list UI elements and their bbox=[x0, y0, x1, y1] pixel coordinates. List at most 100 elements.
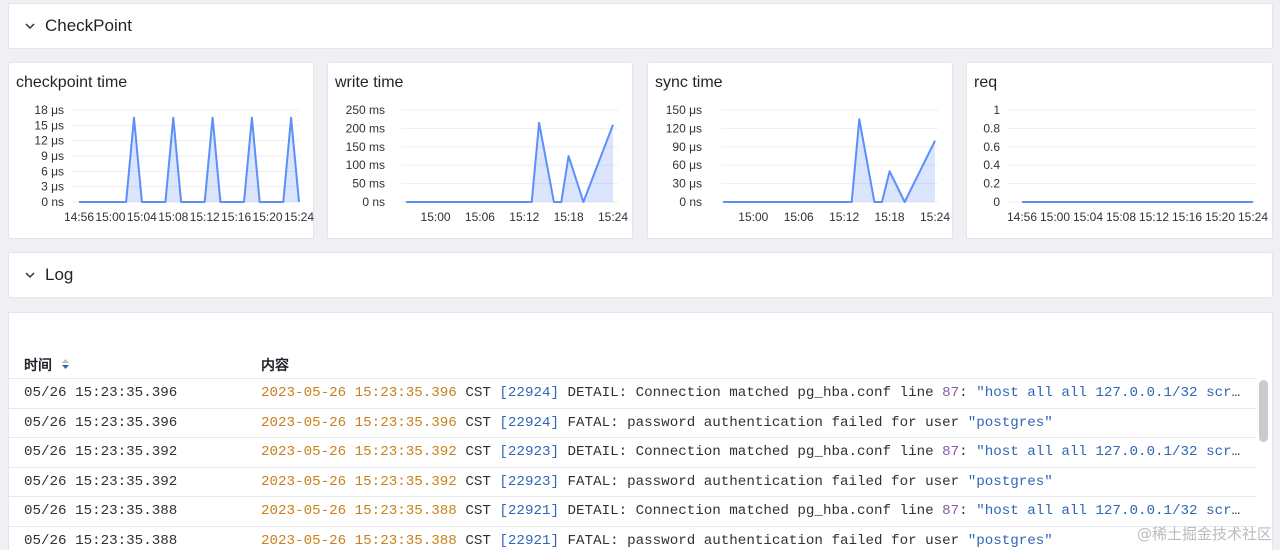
chart-panel-checkpoint-time: checkpoint time 18 μs 15 μs 12 μs 9 μs 6 μs 3… bbox=[8, 62, 314, 239]
x-tick-label: 15:00 bbox=[738, 210, 768, 224]
log-message: FATAL: password authentication failed fo… bbox=[559, 532, 968, 549]
table-row[interactable]: 05/26 15:23:35.392 2023-05-26 15:23:35.39… bbox=[9, 437, 1256, 467]
log-time: 05/26 15:23:35.396 bbox=[24, 385, 178, 401]
x-tick-label: 15:24 bbox=[920, 210, 950, 224]
log-timestamp: 2023-05-26 15:23:35.396 bbox=[261, 414, 457, 431]
x-tick-label: 15:08 bbox=[1106, 210, 1136, 224]
log-message: DETAIL: Connection matched pg_hba.conf l… bbox=[559, 385, 943, 401]
log-tz: CST bbox=[456, 444, 500, 461]
column-header-time[interactable]: 时间 bbox=[24, 355, 52, 375]
y-tick-label: 150 μs bbox=[666, 103, 702, 117]
log-tz: CST bbox=[456, 473, 500, 490]
y-tick-label: 0.6 bbox=[983, 140, 1000, 154]
log-content: 2023-05-26 15:23:35.392 CST [22923] DETA… bbox=[261, 444, 1241, 460]
table-row[interactable]: 05/26 15:23:35.388 2023-05-26 15:23:35.38… bbox=[9, 525, 1256, 550]
log-message: DETAIL: Connection matched pg_hba.conf l… bbox=[559, 503, 943, 520]
x-tick-label: 15:00 bbox=[421, 210, 451, 224]
req-chart[interactable]: 10.80.60.40.2014:56 15:00 15:04 15:08 15:12 1… bbox=[967, 63, 1274, 240]
series-area bbox=[79, 117, 299, 202]
log-string: "postgres" bbox=[967, 473, 1053, 490]
column-header-content: 内容 bbox=[261, 357, 289, 373]
chart-panel-sync-time: sync time 150 μs 120 μs 90 μs 60 μs 30 μs 0 n… bbox=[647, 62, 953, 239]
log-scrollbar[interactable] bbox=[1259, 380, 1268, 442]
log-tz: CST bbox=[456, 503, 500, 520]
log-sep: : bbox=[959, 503, 977, 520]
x-tick-label: 15:00 bbox=[95, 210, 125, 224]
y-tick-label: 60 μs bbox=[672, 158, 702, 172]
log-content: 2023-05-26 15:23:35.388 CST [22921] FATA… bbox=[261, 533, 1241, 549]
y-tick-label: 0 ns bbox=[679, 195, 702, 209]
log-content: 2023-05-26 15:23:35.388 CST [22921] DETA… bbox=[261, 503, 1241, 519]
table-row[interactable]: 05/26 15:23:35.396 2023-05-26 15:23:35.39… bbox=[9, 378, 1256, 408]
log-pid: [22921] bbox=[499, 532, 560, 549]
x-tick-label: 15:18 bbox=[875, 210, 905, 224]
checkpoint-section-header[interactable]: CheckPoint bbox=[8, 3, 1273, 49]
y-tick-label: 30 μs bbox=[672, 177, 702, 191]
x-tick-label: 15:12 bbox=[509, 210, 539, 224]
y-tick-label: 0.2 bbox=[983, 177, 1000, 191]
sync-time-chart[interactable]: 150 μs 120 μs 90 μs 60 μs 30 μs 0 ns 15:00 15:0… bbox=[648, 63, 954, 240]
log-section-header[interactable]: Log bbox=[8, 252, 1273, 298]
y-tick-label: 0.4 bbox=[983, 158, 1000, 172]
x-tick-label: 15:12 bbox=[1139, 210, 1169, 224]
x-tick-label: 15:24 bbox=[284, 210, 314, 224]
log-tz: CST bbox=[456, 385, 500, 401]
table-row[interactable]: 05/26 15:23:35.392 2023-05-26 15:23:35.39… bbox=[9, 466, 1256, 497]
y-tick-label: 6 μs bbox=[41, 164, 64, 178]
log-tz: CST bbox=[456, 532, 500, 549]
x-tick-label: 15:06 bbox=[784, 210, 814, 224]
table-row[interactable]: 05/26 15:23:35.396 2023-05-26 15:23:35.39… bbox=[9, 407, 1256, 438]
series-area bbox=[723, 119, 935, 202]
x-tick-label: 15:04 bbox=[1073, 210, 1103, 224]
log-message: FATAL: password authentication failed fo… bbox=[559, 414, 968, 431]
log-timestamp: 2023-05-26 15:23:35.388 bbox=[261, 532, 457, 549]
series-line bbox=[723, 118, 936, 203]
y-tick-label: 15 μs bbox=[34, 118, 64, 132]
y-tick-label: 150 ms bbox=[346, 140, 385, 154]
chart-panel-write-time: write time 250 ms 200 ms 150 ms 100 ms 50 ms… bbox=[327, 62, 633, 239]
log-number: 87 bbox=[942, 444, 960, 461]
x-tick-label: 15:16 bbox=[1172, 210, 1202, 224]
y-tick-label: 0 ns bbox=[362, 195, 385, 209]
sort-icon[interactable] bbox=[61, 357, 70, 371]
section-title: CheckPoint bbox=[45, 16, 132, 35]
log-timestamp: 2023-05-26 15:23:35.392 bbox=[261, 473, 457, 490]
log-time: 05/26 15:23:35.388 bbox=[24, 532, 178, 549]
y-tick-label: 50 ms bbox=[352, 177, 385, 191]
y-tick-label: 0.8 bbox=[983, 121, 1000, 135]
log-number: 87 bbox=[942, 503, 960, 520]
log-panel: 时间 内容 05/26 15:23:35.396 2023-05-26 15:23… bbox=[8, 312, 1273, 550]
x-tick-label: 15:16 bbox=[221, 210, 251, 224]
x-tick-label: 15:12 bbox=[190, 210, 220, 224]
x-tick-label: 15:08 bbox=[158, 210, 188, 224]
log-time: 05/26 15:23:35.392 bbox=[24, 444, 178, 461]
log-time: 05/26 15:23:35.396 bbox=[24, 414, 178, 431]
log-number: 87 bbox=[942, 385, 960, 401]
log-pid: [22924] bbox=[499, 385, 560, 401]
log-timestamp: 2023-05-26 15:23:35.392 bbox=[261, 444, 457, 461]
y-tick-label: 100 ms bbox=[346, 158, 385, 172]
chevron-down-icon[interactable] bbox=[23, 268, 37, 282]
log-string: "host all all 127.0.0.1/32 scram-sha-256… bbox=[976, 385, 1241, 401]
log-timestamp: 2023-05-26 15:23:35.396 bbox=[261, 385, 457, 401]
x-tick-label: 14:56 bbox=[1007, 210, 1037, 224]
y-tick-label: 200 ms bbox=[346, 121, 385, 135]
section-title: Log bbox=[45, 265, 74, 284]
x-tick-label: 15:04 bbox=[127, 210, 157, 224]
series-line bbox=[406, 121, 614, 203]
log-sep: : bbox=[959, 444, 977, 461]
table-row[interactable]: 05/26 15:23:35.388 2023-05-26 15:23:35.38… bbox=[9, 496, 1256, 526]
log-content: 2023-05-26 15:23:35.392 CST [22923] FATA… bbox=[261, 474, 1241, 490]
log-content: 2023-05-26 15:23:35.396 CST [22924] DETA… bbox=[261, 385, 1241, 401]
series-area bbox=[406, 122, 613, 202]
y-tick-label: 18 μs bbox=[34, 103, 64, 117]
x-tick-label: 15:20 bbox=[1205, 210, 1235, 224]
y-tick-label: 12 μs bbox=[34, 134, 64, 148]
checkpoint-time-chart[interactable]: 18 μs15 μs12 μs9 μs6 μs3 μs0 ns14:56 15:0… bbox=[9, 63, 315, 240]
chevron-down-icon[interactable] bbox=[23, 19, 37, 33]
write-time-chart[interactable]: 250 ms 200 ms 150 ms 100 ms 50 ms 0 ns 15:00 15… bbox=[328, 63, 634, 240]
watermark: @稀土掘金技术社区 bbox=[1136, 525, 1272, 543]
log-rows: 05/26 15:23:35.396 2023-05-26 15:23:35.39… bbox=[9, 378, 1256, 550]
x-tick-label: 15:06 bbox=[465, 210, 495, 224]
log-pid: [22921] bbox=[499, 503, 560, 520]
